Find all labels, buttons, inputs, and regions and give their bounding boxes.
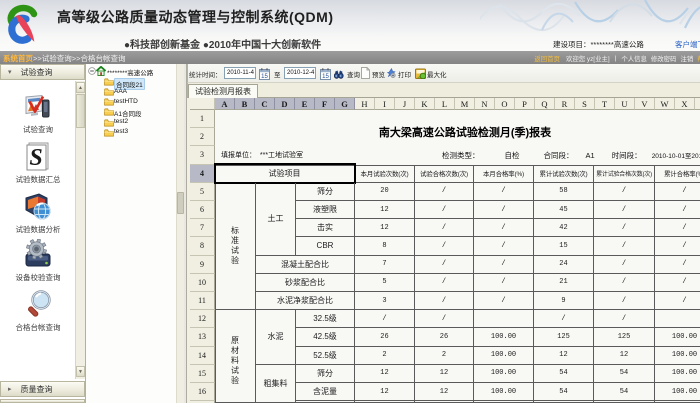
svg-text:S: S <box>29 145 42 171</box>
svg-text:15: 15 <box>261 74 268 80</box>
svg-text:15: 15 <box>322 74 329 80</box>
